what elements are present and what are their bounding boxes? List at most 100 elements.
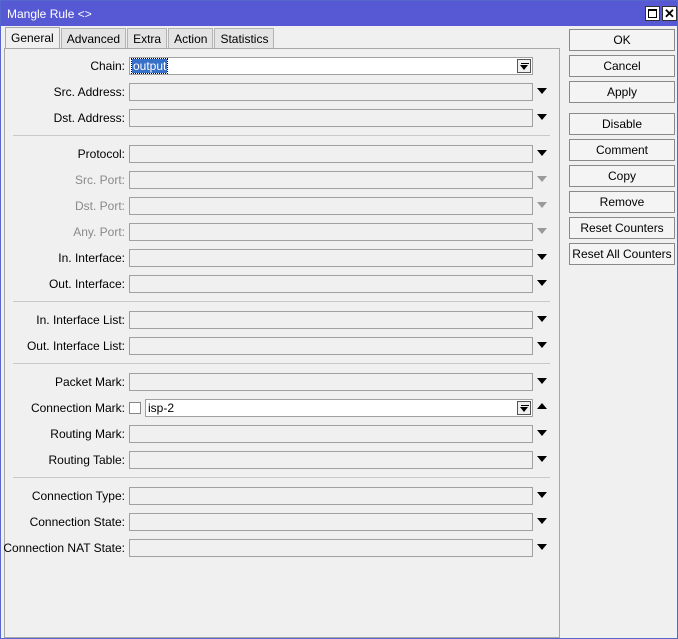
tab-statistics[interactable]: Statistics bbox=[214, 28, 275, 48]
connection-mark-field[interactable]: isp-2 bbox=[145, 399, 533, 417]
routing-mark-field[interactable] bbox=[129, 425, 533, 443]
dst-address-expand-icon[interactable] bbox=[537, 114, 547, 120]
connection-type-field[interactable] bbox=[129, 487, 533, 505]
routing-mark-expand-icon[interactable] bbox=[537, 430, 547, 436]
connection-nat-state-field[interactable] bbox=[129, 539, 533, 557]
connection-mark-negate-checkbox[interactable] bbox=[129, 402, 141, 414]
src-port-field bbox=[129, 171, 533, 189]
out-interface-row: Out. Interface: bbox=[5, 275, 561, 293]
reset-all-counters-button[interactable]: Reset All Counters bbox=[569, 243, 675, 265]
separator bbox=[13, 135, 550, 136]
routing-table-expand-icon[interactable] bbox=[537, 456, 547, 462]
connection-mark-dropdown-button[interactable] bbox=[517, 401, 531, 415]
maximize-button[interactable] bbox=[645, 6, 660, 21]
out-interface-field[interactable] bbox=[129, 275, 533, 293]
any-port-field bbox=[129, 223, 533, 241]
routing-table-field[interactable] bbox=[129, 451, 533, 469]
dst-port-label: Dst. Port: bbox=[74, 199, 125, 213]
mangle-rule-window: Mangle Rule <> ✕ General Advanced Extra … bbox=[0, 0, 678, 639]
protocol-label: Protocol: bbox=[77, 147, 125, 161]
connection-type-row: Connection Type: bbox=[5, 487, 561, 505]
out-interface-expand-icon[interactable] bbox=[537, 280, 547, 286]
connection-state-label: Connection State: bbox=[29, 515, 125, 529]
out-interface-label: Out. Interface: bbox=[48, 277, 125, 291]
window-title: Mangle Rule <> bbox=[7, 7, 92, 21]
chain-label: Chain: bbox=[90, 59, 125, 73]
dropdown-arrow-icon bbox=[520, 406, 528, 412]
src-address-row: Src. Address: bbox=[5, 83, 561, 101]
chain-row: Chain: output bbox=[5, 57, 561, 75]
connection-nat-state-expand-icon[interactable] bbox=[537, 544, 547, 550]
connection-mark-row: Connection Mark: isp-2 bbox=[5, 399, 561, 417]
out-interface-list-field[interactable] bbox=[129, 337, 533, 355]
disable-button[interactable]: Disable bbox=[569, 113, 675, 135]
connection-state-row: Connection State: bbox=[5, 513, 561, 531]
connection-nat-state-row: Connection NAT State: bbox=[3, 539, 561, 557]
tab-extra[interactable]: Extra bbox=[127, 28, 168, 48]
routing-table-label: Routing Table: bbox=[48, 453, 126, 467]
any-port-label: Any. Port: bbox=[73, 225, 125, 239]
any-port-expand-icon bbox=[537, 228, 547, 234]
connection-nat-state-label: Connection NAT State: bbox=[3, 541, 125, 555]
packet-mark-field[interactable] bbox=[129, 373, 533, 391]
reset-counters-button[interactable]: Reset Counters bbox=[569, 217, 675, 239]
connection-mark-collapse-icon[interactable] bbox=[537, 403, 547, 409]
in-interface-list-field[interactable] bbox=[129, 311, 533, 329]
separator bbox=[13, 301, 550, 302]
general-panel: Chain: output Src. Address: Dst. Address… bbox=[3, 48, 561, 638]
dst-address-field[interactable] bbox=[129, 109, 533, 127]
routing-table-row: Routing Table: bbox=[5, 451, 561, 469]
protocol-expand-icon[interactable] bbox=[537, 150, 547, 156]
title-bar[interactable]: Mangle Rule <> ✕ bbox=[1, 1, 677, 26]
maximize-icon bbox=[648, 9, 657, 18]
dst-address-row: Dst. Address: bbox=[5, 109, 561, 127]
in-interface-field[interactable] bbox=[129, 249, 533, 267]
routing-mark-row: Routing Mark: bbox=[5, 425, 561, 443]
ok-button[interactable]: OK bbox=[569, 29, 675, 51]
connection-state-expand-icon[interactable] bbox=[537, 518, 547, 524]
copy-button[interactable]: Copy bbox=[569, 165, 675, 187]
routing-mark-label: Routing Mark: bbox=[50, 427, 125, 441]
cancel-button[interactable]: Cancel bbox=[569, 55, 675, 77]
src-address-field[interactable] bbox=[129, 83, 533, 101]
comment-button[interactable]: Comment bbox=[569, 139, 675, 161]
packet-mark-expand-icon[interactable] bbox=[537, 378, 547, 384]
dst-address-label: Dst. Address: bbox=[53, 111, 125, 125]
connection-state-field[interactable] bbox=[129, 513, 533, 531]
src-port-expand-icon bbox=[537, 176, 547, 182]
close-button[interactable]: ✕ bbox=[662, 6, 677, 21]
dst-port-row: Dst. Port: bbox=[5, 197, 561, 215]
packet-mark-label: Packet Mark: bbox=[54, 375, 125, 389]
packet-mark-row: Packet Mark: bbox=[5, 373, 561, 391]
connection-type-label: Connection Type: bbox=[31, 489, 125, 503]
out-interface-list-row: Out. Interface List: bbox=[5, 337, 561, 355]
tab-advanced[interactable]: Advanced bbox=[60, 28, 127, 48]
in-interface-list-expand-icon[interactable] bbox=[537, 316, 547, 322]
chain-dropdown-button[interactable] bbox=[517, 59, 531, 73]
out-interface-list-expand-icon[interactable] bbox=[537, 342, 547, 348]
any-port-row: Any. Port: bbox=[5, 223, 561, 241]
in-interface-list-row: In. Interface List: bbox=[5, 311, 561, 329]
separator bbox=[13, 363, 550, 364]
tab-action[interactable]: Action bbox=[168, 28, 214, 48]
tab-general[interactable]: General bbox=[5, 27, 60, 48]
separator bbox=[13, 477, 550, 478]
connection-type-expand-icon[interactable] bbox=[537, 492, 547, 498]
in-interface-expand-icon[interactable] bbox=[537, 254, 547, 260]
dst-port-expand-icon bbox=[537, 202, 547, 208]
src-address-label: Src. Address: bbox=[53, 85, 125, 99]
dst-port-field bbox=[129, 197, 533, 215]
remove-button[interactable]: Remove bbox=[569, 191, 675, 213]
in-interface-list-label: In. Interface List: bbox=[36, 313, 125, 327]
src-port-row: Src. Port: bbox=[5, 171, 561, 189]
tab-bar: General Advanced Extra Action Statistics bbox=[5, 27, 275, 48]
chain-field[interactable]: output bbox=[129, 57, 533, 75]
chain-value: output bbox=[130, 58, 169, 74]
connection-mark-label: Connection Mark: bbox=[30, 401, 125, 415]
src-address-expand-icon[interactable] bbox=[537, 88, 547, 94]
in-interface-row: In. Interface: bbox=[5, 249, 561, 267]
src-port-label: Src. Port: bbox=[74, 173, 125, 187]
apply-button[interactable]: Apply bbox=[569, 81, 675, 103]
close-icon: ✕ bbox=[664, 6, 675, 21]
protocol-field[interactable] bbox=[129, 145, 533, 163]
